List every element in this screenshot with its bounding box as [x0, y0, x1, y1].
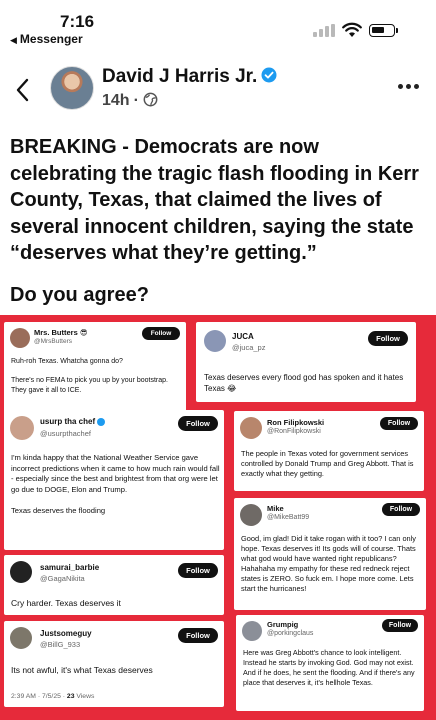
verified-icon: [261, 67, 277, 83]
tweet-handle: @GagaNikita: [40, 574, 85, 583]
author-name-text[interactable]: David J Harris Jr.: [102, 66, 257, 87]
tweet-card: usurp tha chef @usurpthachef Follow I'm …: [4, 410, 224, 550]
status-time: 7:16: [60, 12, 95, 31]
tweet-card: Ron Filipkowski @RonFilipkowski Follow T…: [234, 411, 424, 491]
tweet-card: JUCA @juca_pz Follow Texas deserves ever…: [196, 322, 416, 402]
verified-icon: [97, 417, 106, 426]
globe-icon: [143, 92, 158, 107]
back-app-label: Messenger: [19, 32, 83, 46]
tweet-card: samurai_barbie @GagaNikita Follow Cry ha…: [4, 555, 224, 615]
signal-icon: [313, 24, 335, 37]
post-time: 14h: [102, 92, 130, 109]
tweet-handle: @MrsButters: [34, 338, 73, 345]
tweet-name: usurp tha chef: [40, 417, 106, 426]
tweet-name: JUCA: [232, 332, 254, 341]
tweet-text: Ruh-roh Texas. Whatcha gonna do? There's…: [11, 358, 168, 394]
tweet-name: Ron Filipkowski: [267, 418, 325, 427]
follow-button: Follow: [142, 327, 180, 340]
tweet-text: I'm kinda happy that the National Weathe…: [11, 453, 220, 515]
tweet-avatar: [240, 417, 262, 439]
status-bar: 7:16 ◀ Messenger: [0, 0, 436, 48]
tweet-handle: @MikeBatt99: [267, 514, 310, 521]
tweet-card: Mrs. Butters 😎 @MrsButters Follow Ruh-ro…: [4, 322, 186, 422]
author-name[interactable]: David J Harris Jr.: [102, 66, 277, 88]
wifi-icon: [342, 22, 362, 37]
tweet-avatar: [10, 416, 34, 440]
tweet-text: Texas deserves every flood god has spoke…: [204, 373, 404, 393]
follow-button: Follow: [382, 619, 418, 632]
tweet-name: Justsomeguy: [40, 629, 92, 638]
screenshot-collage-image[interactable]: Mrs. Butters 😎 @MrsButters Follow Ruh-ro…: [0, 315, 436, 720]
follow-button: Follow: [380, 417, 418, 430]
follow-button: Follow: [368, 331, 408, 346]
tweet-handle: @BillG_933: [40, 640, 81, 649]
follow-button: Follow: [178, 416, 218, 431]
tweet-card: Mike @MikeBatt99 Follow Good, im glad! D…: [234, 498, 426, 610]
follow-button: Follow: [178, 563, 218, 578]
tweet-name: Grumpig: [267, 620, 299, 629]
tweet-avatar: [10, 627, 32, 649]
tweet-handle: @RonFilipkowski: [267, 428, 321, 435]
tweet-views-label: Views: [74, 693, 95, 700]
tweet-handle: @usurpthachef: [40, 429, 91, 438]
tweet-text: The people in Texas voted for government…: [241, 449, 414, 478]
tweet-avatar: [10, 328, 30, 348]
tweet-text: Its not awful, it's what Texas deserves: [11, 665, 153, 675]
battery-icon: [369, 24, 398, 37]
follow-button: Follow: [178, 628, 218, 643]
tweet-name: Mike: [267, 504, 284, 513]
tweet-timestamp: 2:39 AM · 7/5/25 ·: [11, 693, 67, 700]
tweet-footer: 2:39 AM · 7/5/25 · 23 Views: [11, 693, 94, 700]
follow-button: Follow: [382, 503, 420, 516]
more-icon[interactable]: [398, 84, 420, 92]
tweet-text: Cry harder. Texas deserves it: [11, 598, 121, 608]
back-chevron-icon[interactable]: [12, 76, 34, 104]
post-meta: 14h ·: [102, 92, 158, 110]
tweet-card: Grumpig @porkingclaus Follow Here was Gr…: [236, 615, 424, 711]
tweet-card: Justsomeguy @BillG_933 Follow Its not aw…: [4, 621, 224, 707]
author-avatar[interactable]: [50, 66, 94, 110]
tweet-text: Good, im glad! Did it take rogan with it…: [241, 534, 417, 593]
post-question: Do you agree?: [10, 284, 149, 306]
post-text: BREAKING - Democrats are now celebrating…: [10, 136, 419, 264]
tweet-avatar: [204, 330, 226, 352]
tweet-handle: @porkingclaus: [267, 630, 314, 637]
tweet-avatar: [10, 561, 32, 583]
tweet-text: Here was Greg Abbott's chance to look in…: [243, 648, 415, 687]
tweet-name-text: usurp tha chef: [40, 417, 96, 426]
back-triangle-icon: ◀: [10, 35, 17, 45]
tweet-name: samurai_barbie: [40, 563, 100, 572]
back-to-app-link[interactable]: ◀ Messenger: [10, 32, 83, 46]
tweet-avatar: [240, 504, 262, 526]
tweet-avatar: [242, 621, 262, 641]
tweet-handle: @juca_pz: [232, 343, 266, 352]
tweet-name: Mrs. Butters 😎: [34, 328, 88, 337]
